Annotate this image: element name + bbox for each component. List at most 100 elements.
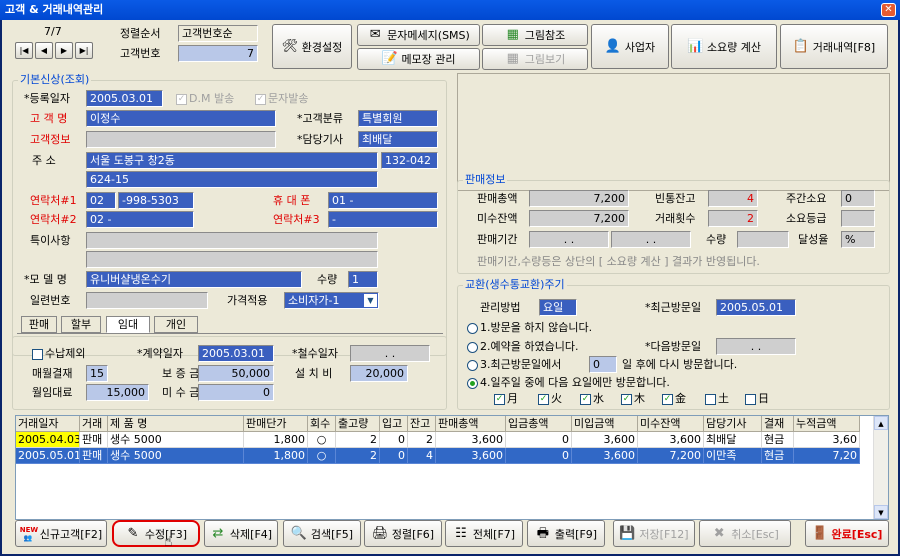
name-field[interactable]: 이정수 <box>86 110 276 127</box>
tab-private[interactable]: 개인 <box>154 316 198 333</box>
column-header[interactable]: 입금총액 <box>506 416 572 432</box>
column-header[interactable]: 판매총액 <box>436 416 506 432</box>
column-header[interactable]: 출고량 <box>336 416 380 432</box>
save-button[interactable]: 💾 저장[F12] <box>613 520 695 547</box>
column-header[interactable]: 미수잔액 <box>638 416 704 432</box>
sms-button[interactable]: ✉ 문자메세지(SMS) <box>357 24 480 46</box>
new-customer-button[interactable]: NEW 👥 신규고객[F2] <box>15 520 107 547</box>
close-icon[interactable]: ✕ <box>881 3 896 17</box>
sort-button[interactable]: 🖨 정렬[F6] <box>364 520 442 547</box>
opt4-radio[interactable]: 4.일주일 중에 다음 요일에만 방문합니다. <box>467 376 670 390</box>
env-settings-button[interactable]: 🛠 환경설정 <box>272 24 352 69</box>
price-select[interactable]: 소비자가-1 ▼ <box>284 292 379 309</box>
unpaid-field[interactable]: 0 <box>198 384 274 401</box>
weekday-checkbox[interactable]: ✓ 火 <box>538 392 562 406</box>
business-button[interactable]: 👤 사업자 <box>591 24 669 69</box>
last-record-button[interactable]: ▶| <box>75 42 93 59</box>
weekly-field[interactable]: 0 <box>841 190 875 207</box>
tel3-field[interactable]: - <box>328 211 438 228</box>
trade-table[interactable]: 거래일자 거래 제 품 명 판매단가 회수 출고량 입고 잔고 판매총액 입금총액 미입금액 미수잔액… <box>15 415 889 520</box>
reg-date-field[interactable]: 2005.03.01 <box>86 90 163 107</box>
install-field[interactable]: 20,000 <box>350 365 408 382</box>
tel1-area-field[interactable]: 02 <box>86 192 116 209</box>
note-field-2[interactable] <box>86 251 378 268</box>
column-header[interactable]: 결재 <box>762 416 794 432</box>
custno-field[interactable]: 7 <box>178 45 258 62</box>
info-field[interactable] <box>86 131 276 148</box>
method-field[interactable]: 요일 <box>539 299 577 316</box>
last-visit-field[interactable]: 2005.05.01 <box>716 299 796 316</box>
search-button[interactable]: 🔍 검색[F5] <box>283 520 361 547</box>
serial-field[interactable] <box>86 292 208 309</box>
monthly-field[interactable]: 15 일 <box>86 365 108 382</box>
next-record-button[interactable]: ▶ <box>55 42 73 59</box>
column-header[interactable]: 입고 <box>380 416 408 432</box>
sales-total-field[interactable]: 7,200 <box>529 190 629 207</box>
column-header[interactable]: 거래 <box>80 416 108 432</box>
model-field[interactable]: 유니버샬냉온수기 <box>86 271 302 288</box>
table-row[interactable]: 2005.04.03 판매 생수 5000 1,800 ○ 2 0 2 3,600 0 3,600 3… <box>16 432 888 448</box>
scroll-down-icon[interactable]: ▼ <box>874 505 888 519</box>
address1-field[interactable]: 서울 도봉구 창2동 <box>86 152 378 169</box>
delete-button[interactable]: ⇄ 삭제[F4] <box>204 520 278 547</box>
tel2-field[interactable]: 02 - <box>86 211 194 228</box>
vertical-scrollbar[interactable]: ▲ ▼ <box>873 416 888 519</box>
print-button[interactable]: 🖶 출력[F9] <box>527 520 605 547</box>
weekday-checkbox[interactable]: 土 <box>705 392 729 406</box>
count-field[interactable]: 2 <box>708 210 758 227</box>
deposit-field[interactable]: 50,000 <box>198 365 274 382</box>
weekday-checkbox[interactable]: 日 <box>745 392 769 406</box>
all-button[interactable]: ☷ 전체[F7] <box>445 520 523 547</box>
weekday-checkbox[interactable]: ✓ 水 <box>580 392 604 406</box>
edit-button[interactable]: ✎ 수정[F3] <box>112 520 200 547</box>
memo-display[interactable] <box>457 73 890 191</box>
scroll-up-icon[interactable]: ▲ <box>874 416 888 430</box>
column-header[interactable]: 제 품 명 <box>108 416 244 432</box>
opt3-days-field[interactable]: 0 <box>589 356 617 373</box>
tel1-number-field[interactable]: -998-5303 <box>118 192 194 209</box>
next-visit-field[interactable]: . . <box>716 338 796 355</box>
tab-rental[interactable]: 임대 <box>106 316 150 333</box>
memo-button[interactable]: 📝 메모장 관리 <box>357 48 480 70</box>
period-from-field[interactable]: . . <box>529 231 609 248</box>
remove-field[interactable]: . . <box>350 345 430 362</box>
column-header[interactable]: 담당기사 <box>704 416 762 432</box>
column-header[interactable]: 회수 <box>308 416 336 432</box>
opt3-radio[interactable]: 3.최근방문일에서 <box>467 358 561 372</box>
dm-checkbox[interactable]: ✓ D.M 발송 <box>176 92 234 106</box>
rate-field[interactable]: % <box>841 231 875 248</box>
mobile-field[interactable]: 01 - <box>328 192 438 209</box>
column-header[interactable]: 거래일자 <box>16 416 80 432</box>
tech-field[interactable]: 최배달 <box>358 131 438 148</box>
sales-qty-field[interactable] <box>737 231 789 248</box>
column-header[interactable]: 판매단가 <box>244 416 308 432</box>
chevron-down-icon[interactable]: ▼ <box>364 294 377 307</box>
zip-field[interactable]: 132-042 <box>381 152 438 169</box>
sort-select[interactable]: 고객번호순 <box>178 25 258 42</box>
class-field[interactable]: 특별회원 <box>358 110 438 127</box>
sms-send-checkbox[interactable]: ✓ 문자발송 <box>255 92 308 106</box>
unpaid-balance-field[interactable]: 7,200 <box>529 210 629 227</box>
first-record-button[interactable]: |◀ <box>15 42 33 59</box>
empty-field[interactable]: 4 <box>708 190 758 207</box>
picture-view-button[interactable]: ▦ 그림보기 <box>482 48 588 70</box>
weekday-checkbox[interactable]: ✓ 木 <box>621 392 645 406</box>
column-header[interactable]: 누적금액 <box>794 416 860 432</box>
qty-field[interactable]: 1 <box>348 271 378 288</box>
cancel-button[interactable]: ✖ 취소[Esc] <box>699 520 791 547</box>
picture-ref-button[interactable]: ▦ 그림참조 <box>482 24 588 46</box>
weekday-checkbox[interactable]: ✓ 月 <box>494 392 518 406</box>
weekday-checkbox[interactable]: ✓ 金 <box>662 392 686 406</box>
opt1-radio[interactable]: 1.방문을 하지 않습니다. <box>467 321 592 335</box>
done-button[interactable]: 🚪 완료[Esc] <box>805 520 889 547</box>
fee-field[interactable]: 15,000 <box>86 384 149 401</box>
contract-field[interactable]: 2005.03.01 <box>198 345 274 362</box>
opt2-radio[interactable]: 2.예약을 하였습니다. <box>467 340 578 354</box>
address2-field[interactable]: 624-15 <box>86 171 378 188</box>
period-to-field[interactable]: . . <box>611 231 691 248</box>
tab-installment[interactable]: 할부 <box>61 316 101 333</box>
exclude-checkbox[interactable]: 수납제외 <box>32 347 85 361</box>
tab-sale[interactable]: 판매 <box>21 316 57 333</box>
grade-field[interactable] <box>841 210 875 227</box>
trade-history-button[interactable]: 📋 거래내역[F8] <box>780 24 888 69</box>
